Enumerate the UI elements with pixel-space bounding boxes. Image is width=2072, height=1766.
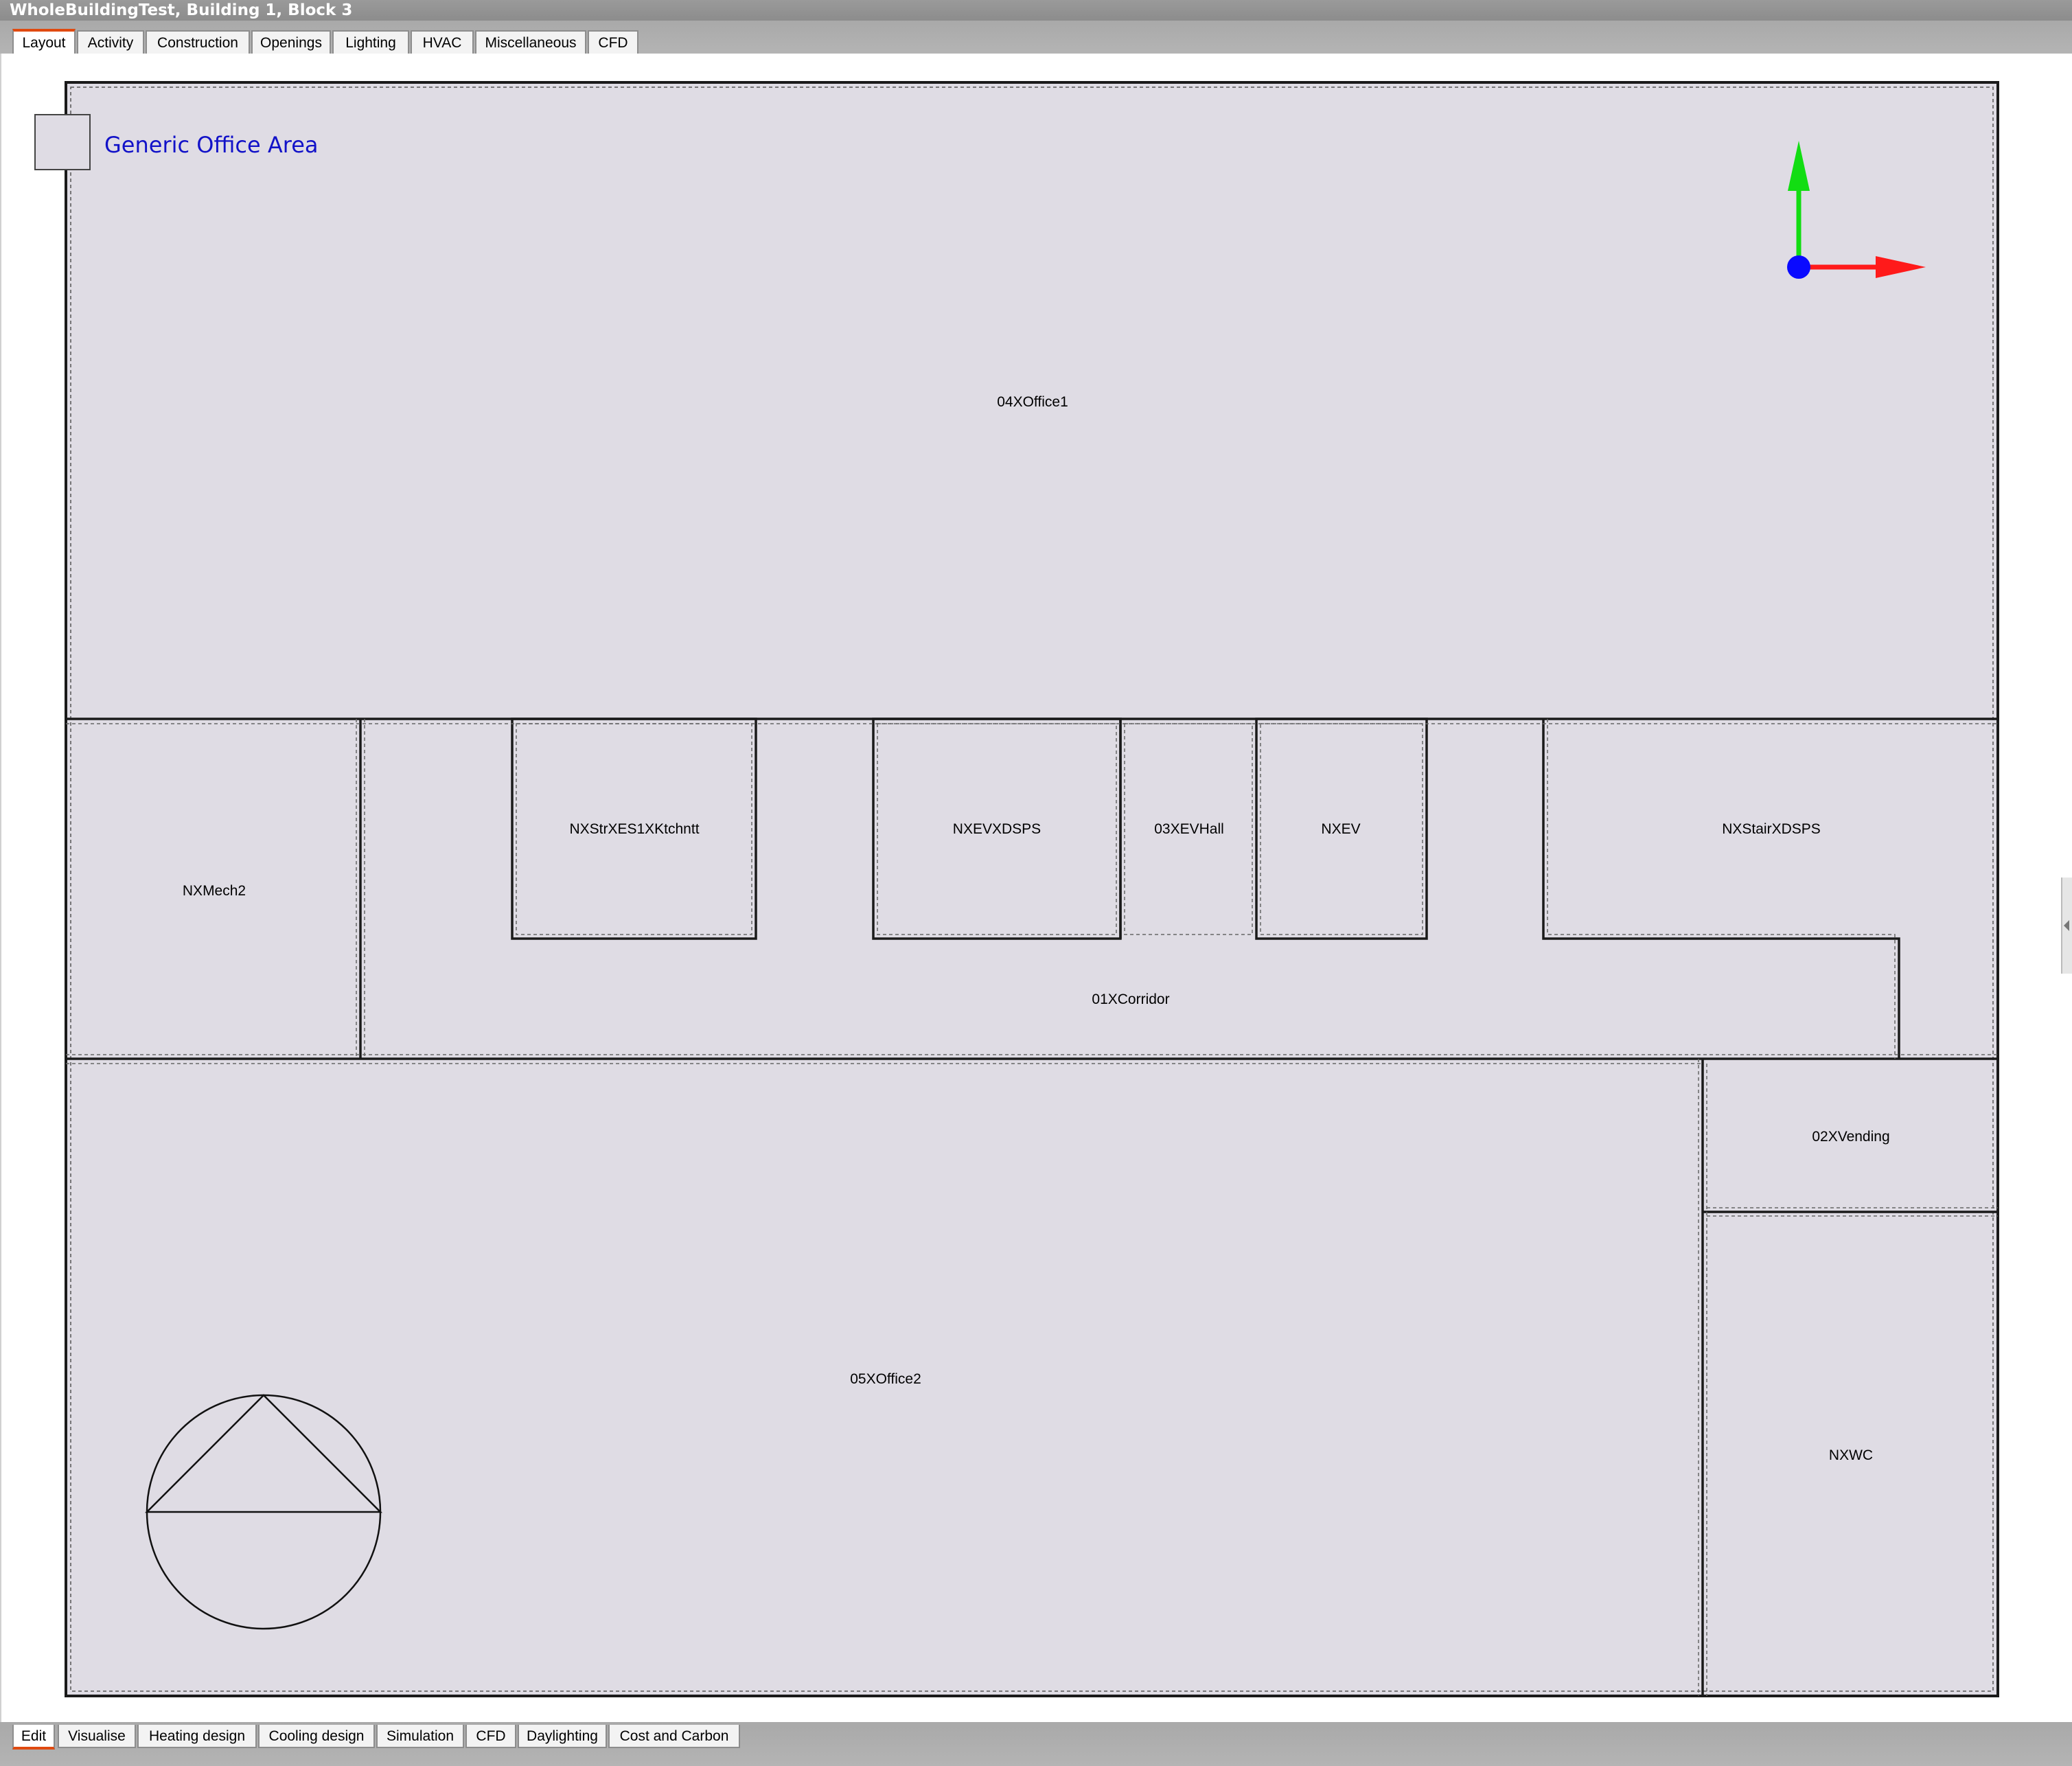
zone-label-nxstairxdsps[interactable]: NXStairXDSPS [1722,821,1821,837]
tab-simulation[interactable]: Simulation [376,1725,464,1748]
block-outline [65,81,1999,1697]
zone-label-nxstrxes1xktchntt[interactable]: NXStrXES1XKtchntt [569,821,699,837]
tab-edit[interactable]: Edit [12,1725,55,1750]
tab-cooling-design[interactable]: Cooling design [258,1725,375,1748]
zone-label-05xoffice2[interactable]: 05XOffice2 [850,1371,921,1387]
tab-visualise[interactable]: Visualise [58,1725,136,1748]
tab-cfd-bottom[interactable]: CFD [465,1725,516,1748]
zone-label-03xevhall[interactable]: 03XEVHall [1154,821,1224,837]
zone-label-04xoffice1[interactable]: 04XOffice1 [997,394,1068,410]
legend-label: Generic Office Area [104,132,318,158]
tab-daylighting[interactable]: Daylighting [518,1725,607,1748]
zone-label-nxmech2[interactable]: NXMech2 [183,883,246,899]
zone-label-01xcorridor[interactable]: 01XCorridor [1092,991,1169,1007]
zone-label-nxwc[interactable]: NXWC [1829,1447,1873,1463]
zone-label-02xvending[interactable]: 02XVending [1812,1129,1889,1145]
zone-label-nxevxdsps[interactable]: NXEVXDSPS [953,821,1041,837]
bottom-tab-strip: Edit Visualise Heating design Cooling de… [0,1722,2072,1766]
floor-plan[interactable]: 04XOffice1 NXMech2 NXStrXES1XKtchntt NXE… [0,0,2072,1766]
tab-cost-and-carbon[interactable]: Cost and Carbon [608,1725,740,1748]
legend-swatch [34,114,91,170]
tab-heating-design[interactable]: Heating design [137,1725,257,1748]
zone-label-nxev[interactable]: NXEV [1321,821,1360,837]
